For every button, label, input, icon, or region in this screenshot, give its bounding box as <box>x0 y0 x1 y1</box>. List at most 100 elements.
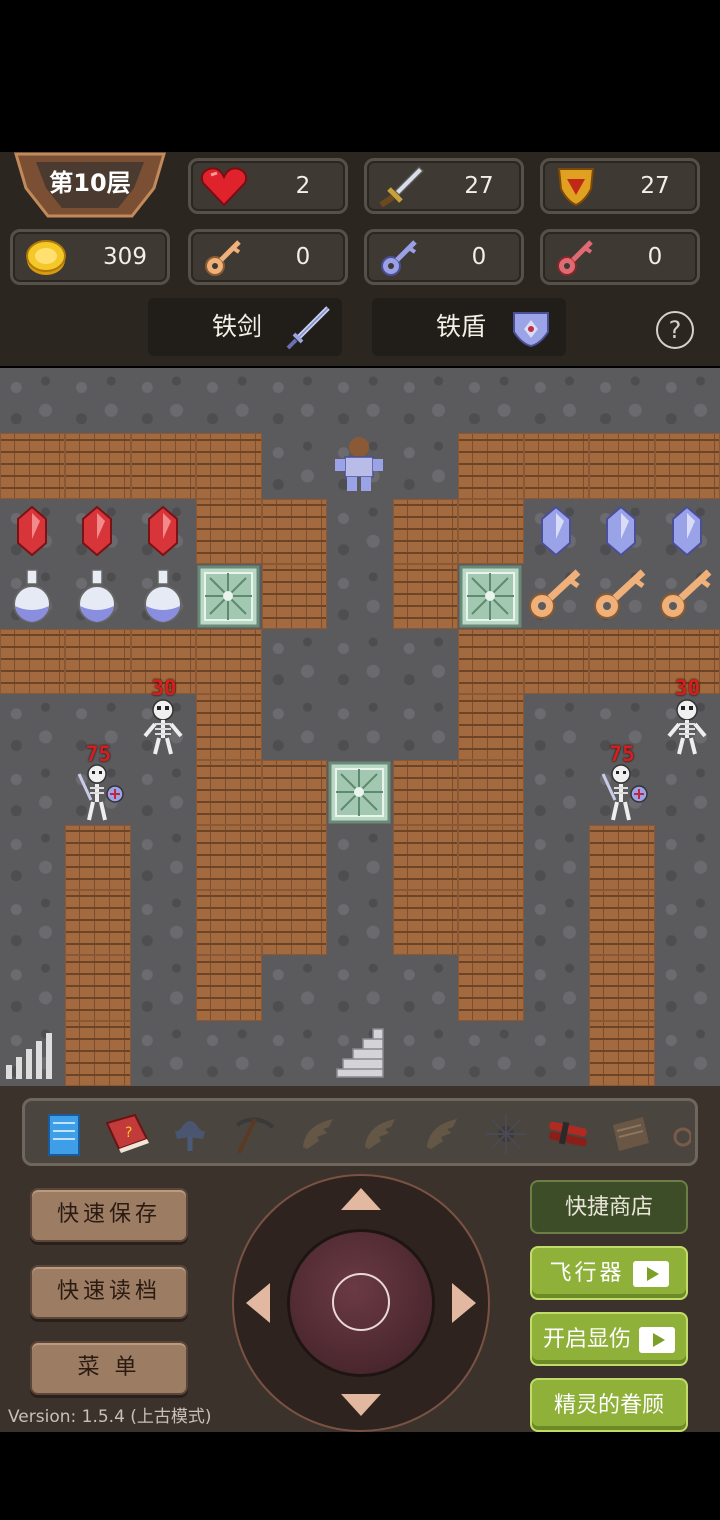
floor-tile <box>392 955 459 1021</box>
floor-tile <box>327 368 393 434</box>
red-gem[interactable] <box>65 499 130 564</box>
wall-tile <box>458 629 524 695</box>
shield-slot: 铁盾 <box>372 298 566 356</box>
fairy-favor-button[interactable]: 精灵的眷顾 <box>530 1378 688 1432</box>
yellow-key[interactable] <box>655 564 720 629</box>
bomb-star-icon[interactable] <box>481 1109 531 1159</box>
floor-tile <box>196 1020 262 1086</box>
monster-hp-label: 30 <box>151 676 177 701</box>
blue-gem[interactable] <box>524 499 589 564</box>
dpad-left-icon[interactable] <box>246 1283 270 1323</box>
skeleton-captain[interactable]: 75 <box>589 742 654 825</box>
help-button[interactable]: ? <box>656 311 694 349</box>
blue-gem[interactable] <box>655 499 720 564</box>
skeleton[interactable]: 30 <box>655 676 720 759</box>
fly-wing-icon[interactable] <box>355 1109 405 1159</box>
floor-tile <box>327 498 393 564</box>
floor-tile <box>654 955 720 1021</box>
yellow-key[interactable] <box>524 564 589 629</box>
dpad-right-icon[interactable] <box>452 1283 476 1323</box>
floor-tile <box>523 368 590 434</box>
floor-tile <box>261 694 328 760</box>
floor-tile <box>0 694 66 760</box>
dpad-center-ring <box>332 1273 390 1331</box>
floor-tile <box>130 1020 197 1086</box>
quick-shop-button[interactable]: 快捷商店 <box>530 1180 688 1234</box>
wall-tile <box>589 955 655 1021</box>
skeleton-captain[interactable]: 75 <box>65 742 130 825</box>
blue-potion[interactable] <box>131 564 196 629</box>
floor-tile <box>327 629 393 695</box>
monster-hp-label: 75 <box>85 741 112 766</box>
monster-hp-label: 30 <box>674 676 701 701</box>
wall-tile <box>0 433 66 499</box>
menu-button[interactable]: 菜 单 <box>30 1341 188 1395</box>
navigation-bar-area <box>0 1432 720 1520</box>
floor-tile <box>261 1020 328 1086</box>
floor-tile <box>196 368 262 434</box>
iron-door[interactable] <box>327 760 392 825</box>
more-items-icon[interactable] <box>665 1109 691 1159</box>
wall-tile <box>458 955 524 1021</box>
floor-tile <box>523 824 590 891</box>
hp-stat: 2 <box>188 158 348 214</box>
blue-potion[interactable] <box>0 564 65 629</box>
monster-hp-label: 75 <box>609 741 635 766</box>
wall-tile <box>196 759 262 825</box>
fly-up-wing-icon[interactable] <box>293 1109 343 1159</box>
floor-tile <box>523 955 590 1021</box>
floor-tile <box>654 890 720 956</box>
wall-tile <box>458 433 524 499</box>
notebook-icon[interactable] <box>39 1109 89 1159</box>
dynamite-icon[interactable] <box>543 1109 593 1159</box>
wall-tile <box>458 759 524 825</box>
dpad-down-icon[interactable] <box>341 1394 381 1416</box>
floor-tile <box>458 1020 524 1086</box>
wall-tile <box>458 694 524 760</box>
attack-value: 27 <box>464 173 494 199</box>
flyer-button[interactable]: 飞行器 <box>530 1246 688 1300</box>
hero[interactable] <box>327 433 392 498</box>
skeleton[interactable]: 30 <box>131 676 196 759</box>
wall-tile <box>196 824 262 891</box>
wall-tile <box>458 824 524 891</box>
iron-door[interactable] <box>458 564 523 629</box>
cross-icon[interactable] <box>165 1109 215 1159</box>
blue-gem[interactable] <box>589 499 654 564</box>
stairs-down[interactable] <box>327 1021 392 1086</box>
iron-door[interactable] <box>196 564 261 629</box>
show-damage-label: 开启显伤 <box>542 1327 631 1352</box>
upstairs-indicator[interactable] <box>0 1021 65 1086</box>
scroll-icon[interactable] <box>605 1109 655 1159</box>
heart-icon <box>200 167 248 207</box>
monster-manual-icon[interactable]: ? <box>101 1109 151 1159</box>
red-gem[interactable] <box>131 499 196 564</box>
wall-tile <box>196 629 262 695</box>
weapon-name: 铁剑 <box>212 312 263 341</box>
svg-text:?: ? <box>125 1125 132 1141</box>
wall-tile <box>261 890 328 956</box>
blue-key-icon <box>381 240 417 276</box>
game-map[interactable]: 30 30 75 75 <box>0 368 720 1086</box>
pickaxe-icon[interactable] <box>229 1109 279 1159</box>
wall-tile <box>261 563 328 630</box>
wall-tile <box>392 890 459 956</box>
wall-tile <box>0 629 66 695</box>
yellow-key-value: 0 <box>295 244 311 270</box>
floor-tile <box>523 1020 590 1086</box>
floor-badge: 第10层 <box>14 152 166 218</box>
wall-tile <box>196 498 262 564</box>
quick-save-button[interactable]: 快速保存 <box>30 1188 188 1242</box>
show-damage-button[interactable]: 开启显伤 <box>530 1312 688 1366</box>
dpad-up-icon[interactable] <box>341 1188 381 1210</box>
wall-tile <box>589 824 655 891</box>
floor-tile <box>327 890 393 956</box>
floor-tile <box>654 1020 720 1086</box>
wall-tile <box>392 759 459 825</box>
blue-potion[interactable] <box>65 564 130 629</box>
yellow-key[interactable] <box>589 564 654 629</box>
fly-down-wing-icon[interactable] <box>417 1109 467 1159</box>
floor-tile <box>261 368 328 434</box>
quick-load-button[interactable]: 快速读档 <box>30 1265 188 1319</box>
red-gem[interactable] <box>0 499 65 564</box>
